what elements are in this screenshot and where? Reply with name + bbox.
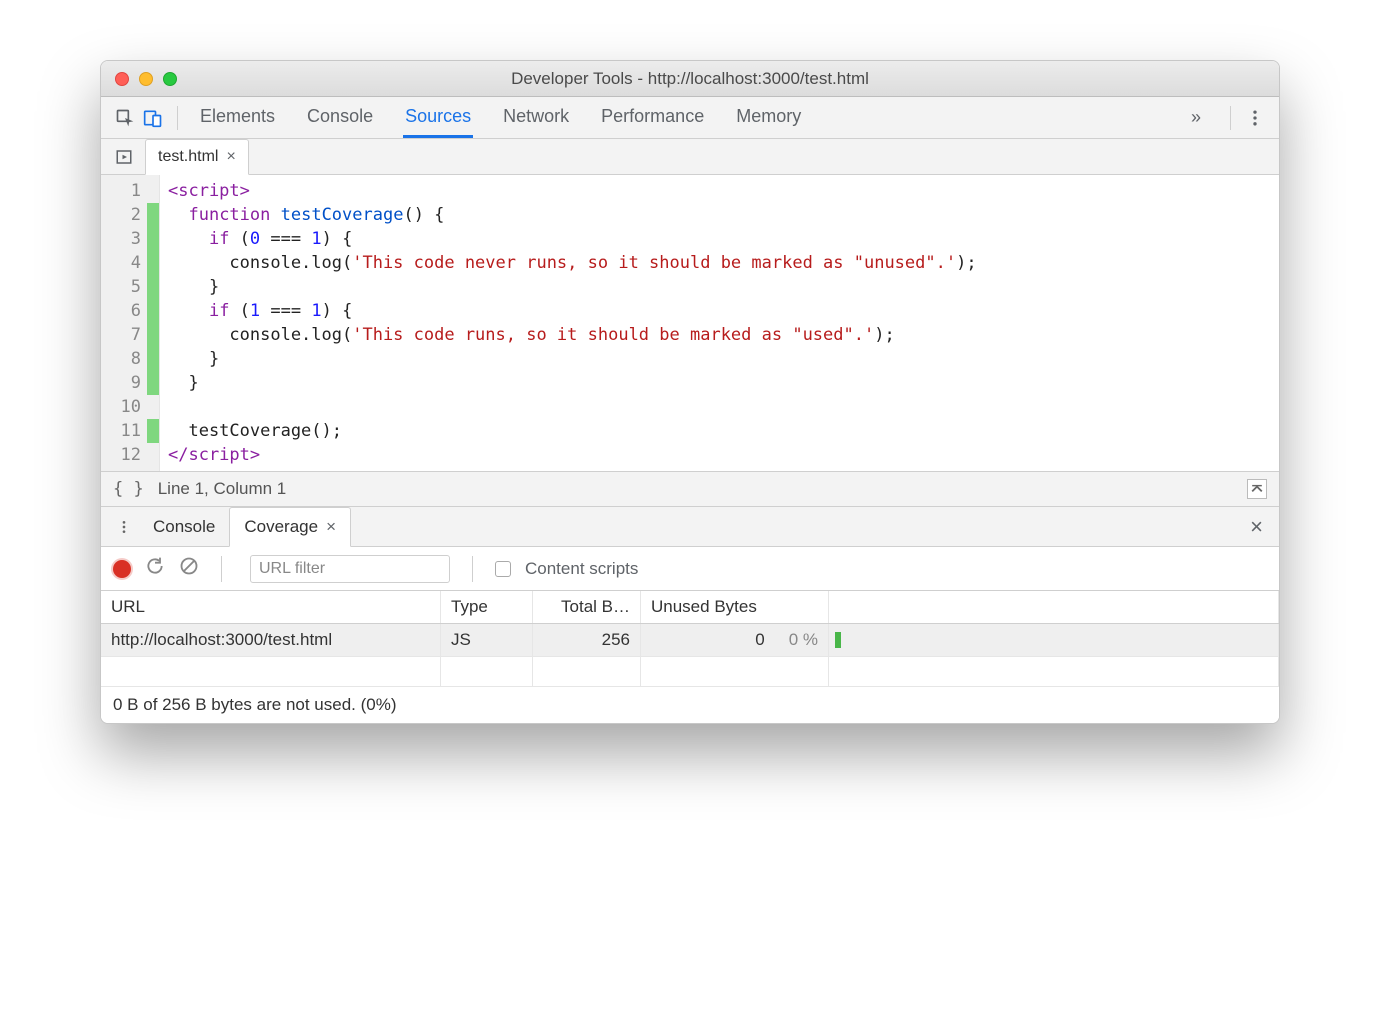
coverage-row-bar bbox=[829, 624, 1279, 656]
code-line[interactable]: if (1 === 1) { bbox=[168, 299, 1271, 323]
tab-elements[interactable]: Elements bbox=[198, 98, 277, 137]
code-line[interactable] bbox=[168, 395, 1271, 419]
coverage-summary: 0 B of 256 B bytes are not used. (0%) bbox=[101, 687, 1279, 723]
tab-memory[interactable]: Memory bbox=[734, 98, 803, 137]
record-button[interactable] bbox=[113, 560, 131, 578]
coverage-toolbar: URL filter Content scripts bbox=[101, 547, 1279, 591]
coverage-row-empty bbox=[101, 657, 1279, 687]
drawer-tab-coverage-label: Coverage bbox=[244, 517, 318, 537]
line-number[interactable]: 4 bbox=[101, 251, 159, 275]
code-content[interactable]: <script> function testCoverage() { if (0… bbox=[160, 175, 1279, 471]
url-filter-placeholder: URL filter bbox=[259, 560, 325, 578]
content-scripts-label: Content scripts bbox=[525, 559, 638, 579]
clear-icon[interactable] bbox=[179, 556, 199, 581]
code-line[interactable]: testCoverage(); bbox=[168, 419, 1271, 443]
window-title: Developer Tools - http://localhost:3000/… bbox=[101, 69, 1279, 89]
pretty-print-icon[interactable]: { } bbox=[113, 479, 144, 499]
devtools-window: Developer Tools - http://localhost:3000/… bbox=[100, 60, 1280, 724]
url-filter-input[interactable]: URL filter bbox=[250, 555, 450, 583]
coverage-row-total: 256 bbox=[533, 624, 641, 656]
coverage-table-header: URL Type Total B… Unused Bytes bbox=[101, 591, 1279, 624]
settings-menu-icon[interactable] bbox=[1241, 104, 1269, 132]
code-line[interactable]: </script> bbox=[168, 443, 1271, 467]
tab-console[interactable]: Console bbox=[305, 98, 375, 137]
line-number[interactable]: 3 bbox=[101, 227, 159, 251]
close-drawer-icon[interactable]: × bbox=[1242, 507, 1271, 546]
toggle-device-toolbar-icon[interactable] bbox=[139, 104, 167, 132]
cursor-position: Line 1, Column 1 bbox=[158, 479, 287, 499]
show-navigator-icon[interactable] bbox=[109, 139, 139, 174]
tab-performance[interactable]: Performance bbox=[599, 98, 706, 137]
coverage-row-unused: 0 0 % bbox=[641, 624, 829, 656]
coverage-row[interactable]: http://localhost:3000/test.html JS 256 0… bbox=[101, 624, 1279, 657]
header-usage-bar bbox=[829, 591, 1279, 623]
close-file-tab-icon[interactable]: × bbox=[226, 148, 235, 166]
tab-sources[interactable]: Sources bbox=[403, 98, 473, 138]
toolbar-divider bbox=[177, 106, 178, 130]
code-editor[interactable]: 123456789101112 <script> function testCo… bbox=[101, 175, 1279, 471]
code-line[interactable]: if (0 === 1) { bbox=[168, 227, 1271, 251]
titlebar: Developer Tools - http://localhost:3000/… bbox=[101, 61, 1279, 97]
inspect-element-icon[interactable] bbox=[111, 104, 139, 132]
code-line[interactable]: } bbox=[168, 371, 1271, 395]
code-line[interactable]: } bbox=[168, 275, 1271, 299]
content-scripts-checkbox[interactable] bbox=[495, 561, 511, 577]
line-number[interactable]: 10 bbox=[101, 395, 159, 419]
code-line[interactable]: function testCoverage() { bbox=[168, 203, 1271, 227]
file-tab-test-html[interactable]: test.html × bbox=[145, 139, 249, 175]
close-drawer-tab-icon[interactable]: × bbox=[326, 517, 336, 537]
coverage-table: URL Type Total B… Unused Bytes http://lo… bbox=[101, 591, 1279, 723]
drawer-tab-bar: Console Coverage × × bbox=[101, 507, 1279, 547]
header-url[interactable]: URL bbox=[101, 591, 441, 623]
code-line[interactable]: } bbox=[168, 347, 1271, 371]
code-line[interactable]: console.log('This code runs, so it shoul… bbox=[168, 323, 1271, 347]
line-number[interactable]: 1 bbox=[101, 179, 159, 203]
header-unused-bytes[interactable]: Unused Bytes bbox=[641, 591, 829, 623]
usage-bar-green bbox=[835, 632, 841, 648]
header-type[interactable]: Type bbox=[441, 591, 533, 623]
code-line[interactable]: <script> bbox=[168, 179, 1271, 203]
line-gutter: 123456789101112 bbox=[101, 175, 160, 471]
coverage-row-url: http://localhost:3000/test.html bbox=[101, 624, 441, 656]
tab-network[interactable]: Network bbox=[501, 98, 571, 137]
divider bbox=[221, 556, 222, 582]
line-number[interactable]: 7 bbox=[101, 323, 159, 347]
line-number[interactable]: 11 bbox=[101, 419, 159, 443]
line-number[interactable]: 6 bbox=[101, 299, 159, 323]
drawer-menu-icon[interactable] bbox=[109, 507, 139, 546]
unused-bytes-pct: 0 % bbox=[789, 630, 818, 650]
drawer-tab-console[interactable]: Console bbox=[139, 507, 229, 546]
coverage-row-type: JS bbox=[441, 624, 533, 656]
main-tabs: Elements Console Sources Network Perform… bbox=[198, 98, 1172, 137]
toolbar-divider-2 bbox=[1230, 106, 1231, 130]
code-line[interactable]: console.log('This code never runs, so it… bbox=[168, 251, 1271, 275]
editor-status-bar: { } Line 1, Column 1 bbox=[101, 471, 1279, 507]
main-toolbar: Elements Console Sources Network Perform… bbox=[101, 97, 1279, 139]
file-tab-label: test.html bbox=[158, 148, 218, 166]
collapse-drawer-icon[interactable] bbox=[1247, 479, 1267, 499]
file-tab-bar: test.html × bbox=[101, 139, 1279, 175]
divider bbox=[472, 556, 473, 582]
reload-icon[interactable] bbox=[145, 556, 165, 581]
header-total-bytes[interactable]: Total B… bbox=[533, 591, 641, 623]
unused-bytes-value: 0 bbox=[755, 630, 764, 650]
line-number[interactable]: 8 bbox=[101, 347, 159, 371]
line-number[interactable]: 2 bbox=[101, 203, 159, 227]
line-number[interactable]: 9 bbox=[101, 371, 159, 395]
line-number[interactable]: 12 bbox=[101, 443, 159, 467]
drawer-tab-coverage[interactable]: Coverage × bbox=[229, 507, 351, 547]
line-number[interactable]: 5 bbox=[101, 275, 159, 299]
more-tabs-button[interactable]: » bbox=[1182, 104, 1210, 132]
